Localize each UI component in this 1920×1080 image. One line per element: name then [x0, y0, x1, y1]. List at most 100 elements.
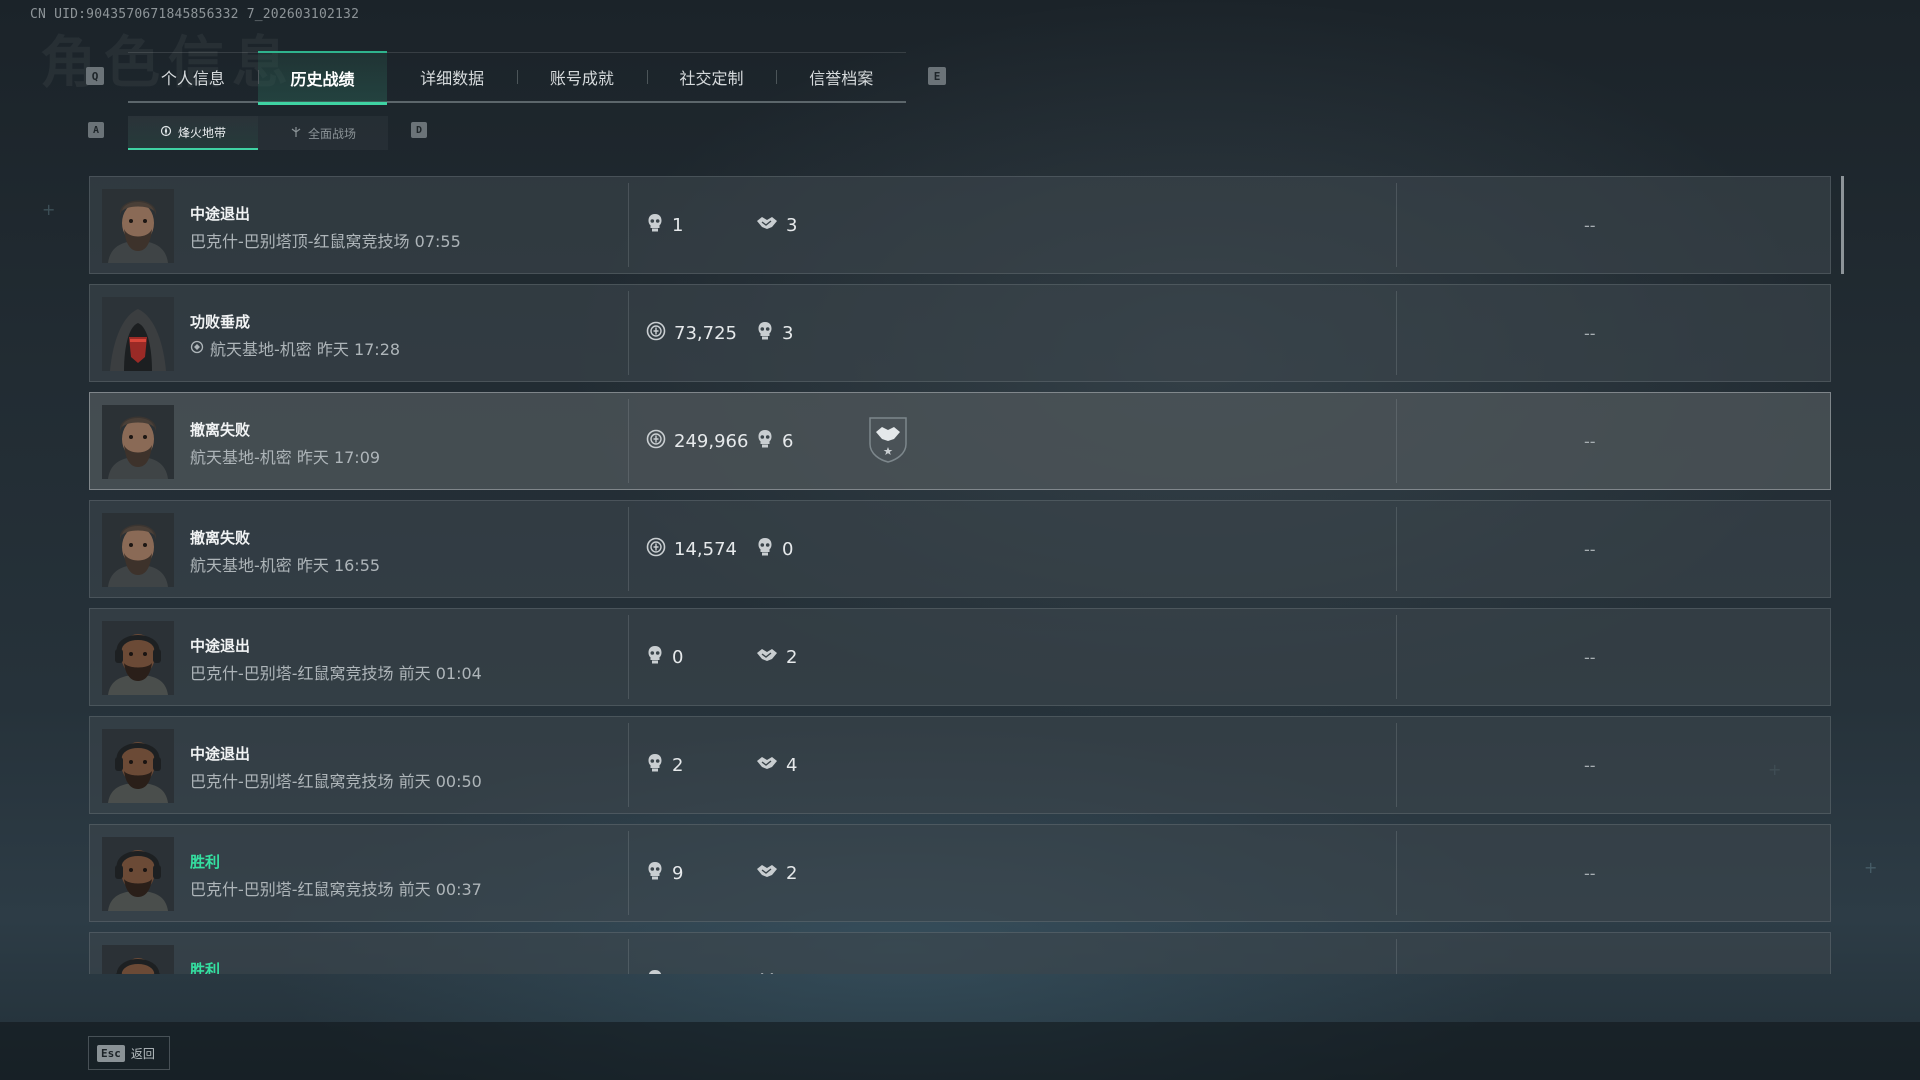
- esc-key-hint: Esc: [97, 1044, 125, 1062]
- tab-detailed-data[interactable]: 详细数据: [387, 53, 517, 101]
- match-result-value: --: [1584, 431, 1596, 451]
- match-outcome: 撤离失败: [190, 421, 251, 439]
- tab-label: 详细数据: [420, 69, 485, 88]
- match-detail: 巴克什-巴别塔-红鼠窝竞技场 前天 01:04: [190, 660, 482, 684]
- subtab-warfare[interactable]: 全面战场: [258, 116, 388, 150]
- match-outcome: 中途退出: [190, 745, 251, 763]
- match-row[interactable]: 中途退出巴克什-巴别塔顶-红鼠窝竞技场 07:55 1 3 --: [89, 176, 1831, 274]
- stat-value: 6: [782, 430, 794, 452]
- stat-value: 1: [672, 214, 684, 236]
- match-map-time: 巴克什-巴别塔-红鼠窝竞技场 前天 01:04: [190, 664, 482, 683]
- stat-secondary: 3: [756, 321, 866, 346]
- match-result-value: --: [1584, 755, 1596, 775]
- stat-primary: 1: [646, 213, 756, 238]
- subtab-label: 全面战场: [307, 126, 356, 141]
- kill-icon: [646, 645, 664, 670]
- operator-avatar: [102, 621, 174, 695]
- match-row[interactable]: 撤离失败航天基地-机密 昨天 16:55 14,574 0 --: [89, 500, 1831, 598]
- assist-icon: [756, 863, 778, 884]
- match-result-value: --: [1584, 215, 1596, 235]
- stat-value: 2: [786, 862, 798, 884]
- match-outcome: 中途退出: [190, 205, 251, 223]
- match-detail: 巴克什-巴别塔-红鼠窝竞技场 前天 00:50: [190, 768, 482, 792]
- row-divider: [628, 507, 629, 591]
- row-divider: [628, 831, 629, 915]
- tab-match-history[interactable]: 历史战绩: [257, 51, 388, 105]
- stat-secondary: 6: [756, 429, 866, 454]
- row-divider: [628, 615, 629, 699]
- stat-secondary: [756, 971, 866, 974]
- kill-icon: [646, 969, 664, 974]
- stat-primary: 0: [646, 645, 756, 670]
- match-stats: 24: [646, 717, 866, 813]
- tab-personal-info[interactable]: 个人信息: [128, 53, 258, 101]
- key-e-hint[interactable]: E: [928, 67, 946, 85]
- stat-primary: 249,966: [646, 429, 756, 454]
- subtab-operations[interactable]: 烽火地带: [128, 116, 258, 150]
- stat-secondary: 2: [756, 647, 866, 668]
- match-row[interactable]: 撤离失败航天基地-机密 昨天 17:09 249,966 6 --: [89, 392, 1831, 490]
- key-a-hint[interactable]: A: [88, 122, 104, 138]
- match-row[interactable]: 中途退出巴克什-巴别塔-红鼠窝竞技场 前天 00:50 2 4 --: [89, 716, 1831, 814]
- deco-plus-icon: +: [42, 200, 56, 219]
- assist-icon: [756, 971, 778, 974]
- match-history-list: 中途退出 巴克什-巴别塔顶-红鼠窝竞技场 07:55 1 3 -- 功败垂成 航天基地-机密…: [89, 176, 1831, 974]
- stat-value: 73,725: [674, 322, 737, 344]
- match-row[interactable]: 功败垂成 航天基地-机密 昨天 17:28 73,725 3 --: [89, 284, 1831, 382]
- row-divider: [1396, 615, 1397, 699]
- stat-secondary: 3: [756, 215, 866, 236]
- row-divider: [1396, 939, 1397, 974]
- match-detail: 航天基地-机密 昨天 17:09: [190, 444, 380, 468]
- match-outcome: 撤离失败: [190, 529, 251, 547]
- tab-achievements[interactable]: 账号成就: [517, 53, 647, 101]
- match-map-time: 航天基地-机密 昨天 16:55: [190, 556, 381, 575]
- match-map-time: 巴克什-巴别塔-红鼠窝竞技场 前天 00:37: [190, 880, 482, 899]
- compass-icon: [160, 125, 172, 140]
- tab-credit-record[interactable]: 信誉档案: [776, 53, 906, 101]
- match-result-value: --: [1584, 539, 1596, 559]
- mode-subtabs: 烽火地带 全面战场: [128, 116, 388, 150]
- match-stats: 249,966 6: [646, 393, 910, 489]
- row-divider: [1396, 723, 1397, 807]
- tab-label: 社交定制: [679, 69, 744, 88]
- stat-value: 249,966: [674, 430, 749, 452]
- row-divider: [1396, 183, 1397, 267]
- stat-value: 0: [782, 538, 794, 560]
- match-stats: 92: [646, 825, 866, 921]
- stat-value: 9: [672, 862, 684, 884]
- value-icon: [646, 537, 666, 562]
- stat-value: 0: [672, 646, 684, 668]
- match-detail: 航天基地-机密 昨天 17:28: [190, 336, 400, 360]
- match-row[interactable]: 胜利 巴克什-巴别塔-红鼠窝竞技场 前天 00:37 9 2 --: [89, 824, 1831, 922]
- row-divider: [628, 939, 629, 974]
- match-outcome: 胜利: [190, 961, 221, 974]
- match-row[interactable]: 中途退出 巴克什-巴别塔-红鼠窝竞技场 前天 01:04 0 2 --: [89, 608, 1831, 706]
- back-button[interactable]: Esc 返回: [88, 1036, 170, 1070]
- assist-icon: [756, 215, 778, 236]
- match-row[interactable]: 胜利: [89, 932, 1831, 974]
- stat-primary: [646, 969, 756, 974]
- row-divider: [628, 399, 629, 483]
- subtab-label: 烽火地带: [177, 125, 226, 140]
- key-q-hint[interactable]: Q: [86, 67, 104, 85]
- tab-label: 历史战绩: [290, 70, 355, 89]
- stat-value: 4: [786, 754, 798, 776]
- list-scrollbar[interactable]: [1841, 176, 1844, 274]
- stat-primary: 73,725: [646, 321, 756, 346]
- match-outcome: 功败垂成: [190, 313, 251, 331]
- match-outcome: 胜利: [190, 853, 221, 871]
- deco-plus-icon: +: [1864, 858, 1878, 877]
- tab-label: 个人信息: [160, 69, 225, 88]
- operator-avatar: [102, 945, 174, 974]
- tab-social-custom[interactable]: 社交定制: [646, 53, 777, 101]
- operator-avatar: [102, 405, 174, 479]
- match-map-time: 航天基地-机密 昨天 17:28: [210, 340, 401, 359]
- match-map-time: 巴克什-巴别塔-红鼠窝竞技场 前天 00:50: [190, 772, 482, 791]
- match-detail: 巴克什-巴别塔顶-红鼠窝竞技场 07:55: [190, 228, 461, 252]
- kill-icon: [646, 861, 664, 886]
- row-divider: [1396, 831, 1397, 915]
- key-d-hint[interactable]: D: [411, 122, 427, 138]
- stat-primary: 14,574: [646, 537, 756, 562]
- kill-icon: [646, 213, 664, 238]
- tab-label: 账号成就: [549, 69, 614, 88]
